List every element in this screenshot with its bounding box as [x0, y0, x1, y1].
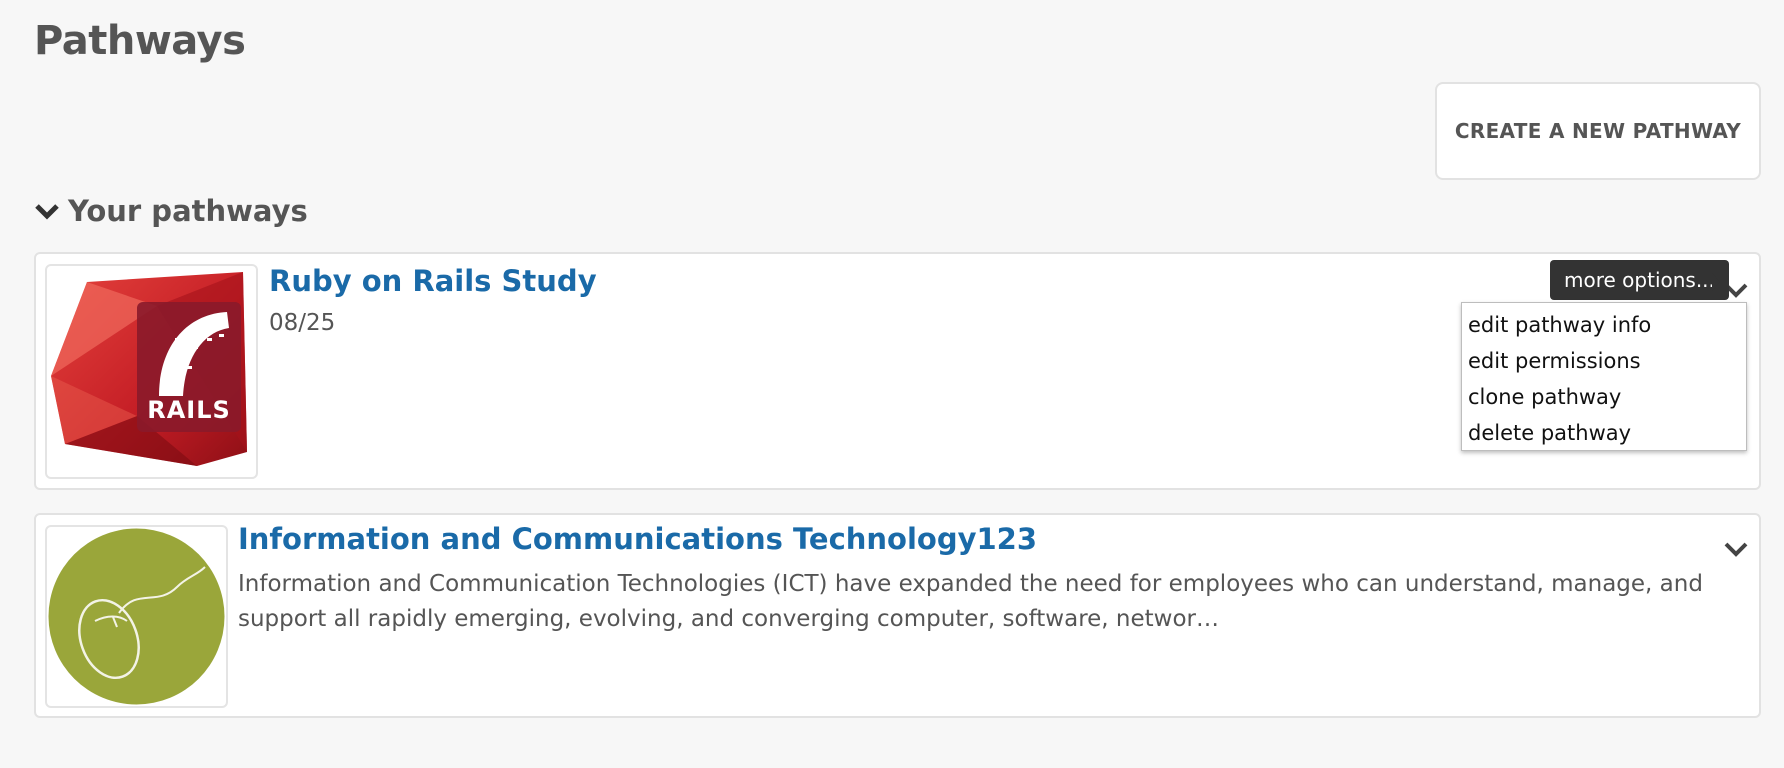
- your-pathways-toggle[interactable]: Your pathways: [34, 194, 308, 228]
- menu-item-delete-pathway[interactable]: delete pathway: [1462, 415, 1746, 451]
- rails-logo-thumbnail[interactable]: RAILS: [45, 264, 258, 479]
- section-heading-label: Your pathways: [68, 194, 308, 228]
- chevron-down-icon: [35, 204, 59, 220]
- tooltip-arrow: [1712, 273, 1720, 291]
- rails-logo-image: RAILS: [51, 272, 247, 466]
- pathway-title-link[interactable]: Ruby on Rails Study: [269, 264, 597, 298]
- computer-mouse-image: [48, 528, 225, 705]
- menu-item-clone-pathway[interactable]: clone pathway: [1462, 379, 1746, 415]
- pathway-options-menu: edit pathway info edit permissions clone…: [1461, 302, 1747, 451]
- pathway-title-link[interactable]: Information and Communications Technolog…: [238, 522, 1037, 556]
- menu-item-edit-pathway-info[interactable]: edit pathway info: [1462, 307, 1746, 343]
- ict-thumbnail[interactable]: [45, 525, 228, 708]
- menu-item-edit-permissions[interactable]: edit permissions: [1462, 343, 1746, 379]
- pathway-date: 08/25: [269, 310, 336, 336]
- pathway-description: Information and Communication Technologi…: [238, 571, 1703, 632]
- create-pathway-button[interactable]: CREATE A NEW PATHWAY: [1435, 82, 1761, 180]
- rails-logo-text: RAILS: [147, 396, 231, 424]
- pathway-card: Information and Communications Technolog…: [34, 513, 1761, 718]
- page-title: Pathways: [34, 18, 246, 64]
- chevron-down-icon[interactable]: [1723, 539, 1749, 559]
- more-options-tooltip: more options...: [1550, 260, 1729, 300]
